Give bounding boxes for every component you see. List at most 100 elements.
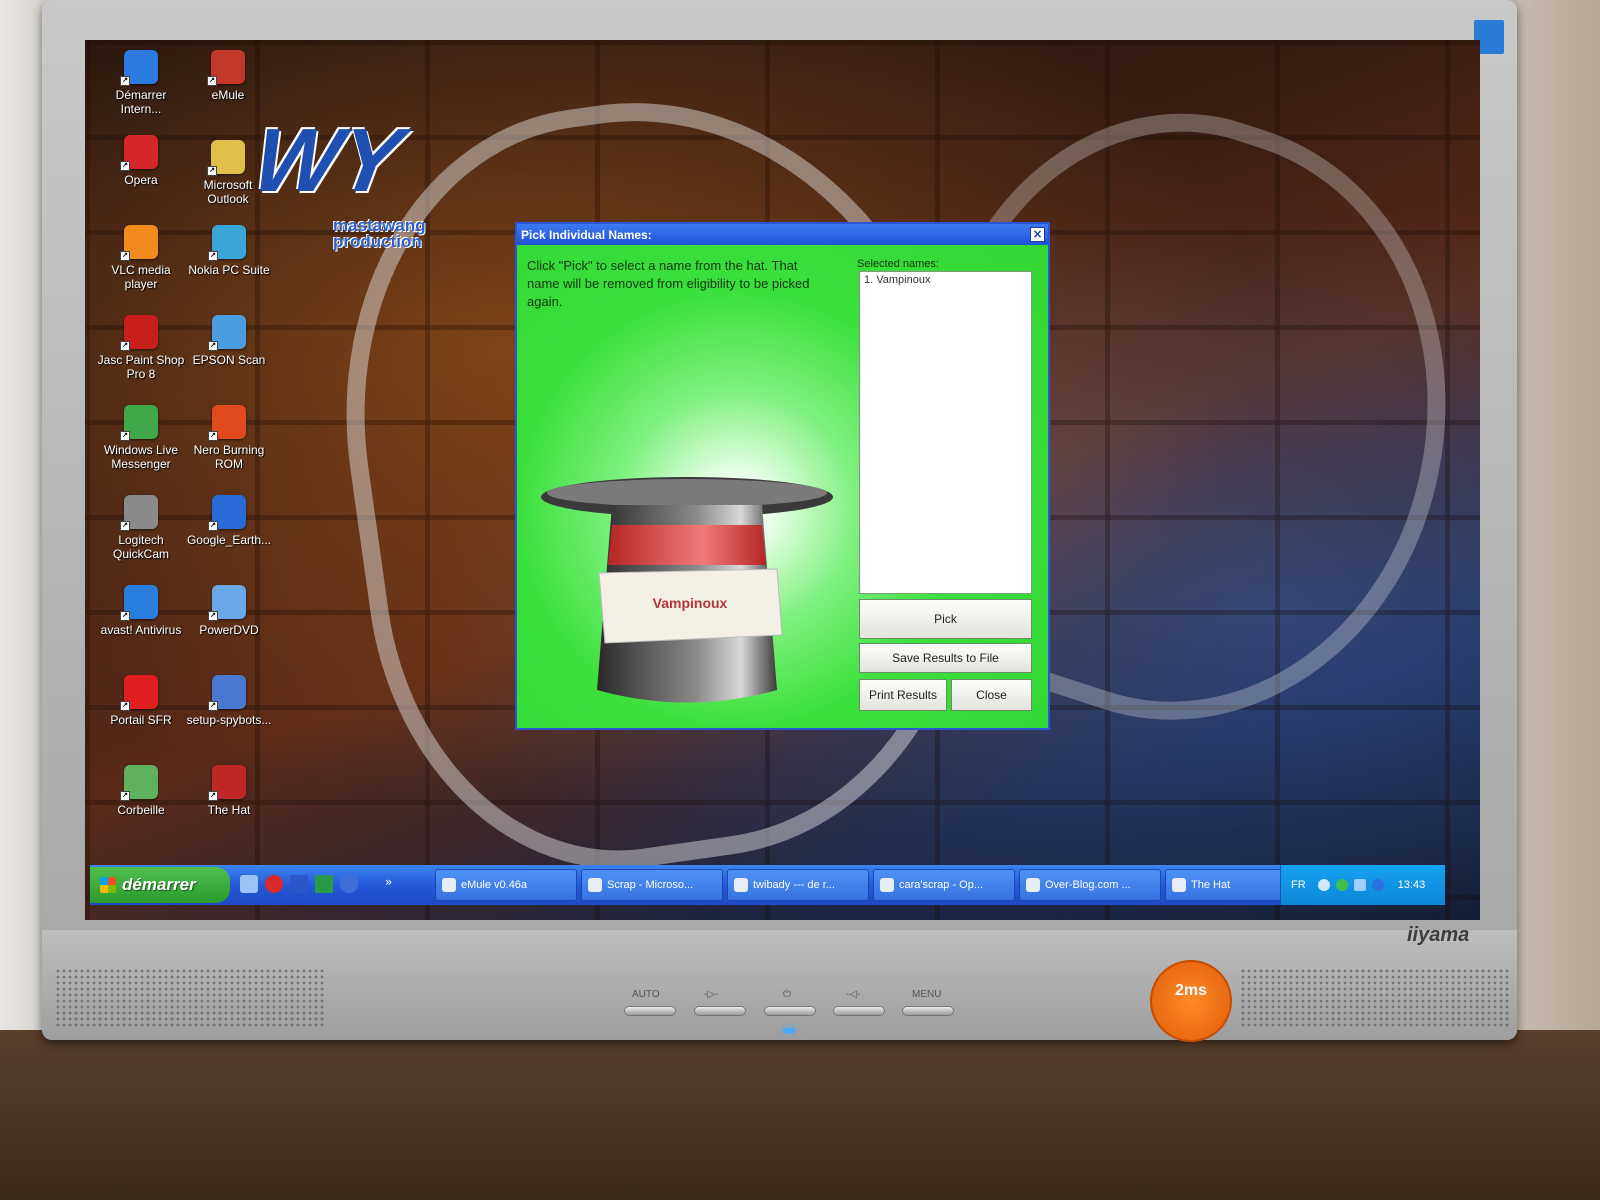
messenger-tray-icon[interactable] [1335,879,1348,891]
desktop-icon-globe[interactable]: ↗ Google_Earth... [181,495,277,547]
shortcut-arrow-icon: ↗ [208,431,218,441]
start-button[interactable]: démarrer [90,867,230,903]
shortcut-arrow-icon: ↗ [120,701,130,711]
taskbar-task-publisher[interactable]: Scrap - Microso... [581,869,723,901]
emule-icon: ↗ [207,50,245,86]
tray-expand-icon[interactable] [1317,879,1330,891]
desktop-icon-label: Corbeille [117,803,165,817]
recycle-bin-icon: ↗ [120,765,158,801]
taskbar-task-messenger[interactable]: twibady --- de r... [727,869,869,901]
shortcut-arrow-icon: ↗ [120,161,130,171]
desktop-icon-label: The Hat [207,803,251,817]
windows-logo-icon [100,877,116,893]
shortcut-arrow-icon: ↗ [208,341,218,351]
osd-label-menu: MENU [912,989,942,1000]
excel-quicklaunch-icon[interactable] [315,875,333,893]
shortcut-arrow-icon: ↗ [120,431,130,441]
osd-left-button[interactable] [833,1006,885,1016]
desktop-icon-hat[interactable]: ↗ The Hat [181,765,277,817]
close-button[interactable]: Close [951,679,1032,711]
overflow-chevron-icon[interactable]: » [385,875,392,893]
desktop-icon-outlook[interactable]: ↗ Microsoft Outlook [180,140,276,206]
scanner-icon: ↗ [208,315,246,351]
dvd-icon: ↗ [208,585,246,621]
internet-explorer-icon: ↗ [120,50,158,86]
language-indicator[interactable]: FR [1291,879,1306,891]
desktop-icon-label: eMule [211,88,245,102]
speaker-right [1240,968,1510,1028]
hat-icon [1172,878,1186,892]
setup-icon: ↗ [208,675,246,711]
desktop-icon-webcam[interactable]: ↗ Logitech QuickCam [93,495,189,561]
desktop-icon-scanner[interactable]: ↗ EPSON Scan [181,315,277,367]
shortcut-arrow-icon: ↗ [208,611,218,621]
taskbar-task-label: twibady --- de r... [753,879,835,891]
osd-right-button[interactable] [694,1006,746,1016]
desktop-icon-label: Windows Live Messenger [103,443,179,471]
desktop-icon-dvd[interactable]: ↗ PowerDVD [181,585,277,637]
osd-power-button[interactable] [764,1006,816,1016]
word-quicklaunch-icon[interactable] [290,875,308,893]
desktop-icon-messenger[interactable]: ↗ Windows Live Messenger [93,405,189,471]
magic-hat-image: Vampinoux [541,477,833,703]
shortcut-arrow-icon: ↗ [120,76,130,86]
opera-quicklaunch-icon[interactable] [265,875,283,893]
taskbar-task-label: Over-Blog.com ... [1045,879,1131,891]
task-buttons: eMule v0.46a Scrap - Microso... twibady --… [435,869,1307,901]
desktop-icon-nokia[interactable]: ↗ Nokia PC Suite [181,225,277,277]
desktop-quicklaunch-icon[interactable] [240,875,258,893]
taskbar-task-label: Scrap - Microso... [607,879,694,891]
network-tray-icon[interactable] [1353,879,1366,891]
shortcut-arrow-icon: ↗ [120,521,130,531]
avast-tray-icon[interactable] [1371,879,1384,891]
save-results-button[interactable]: Save Results to File [859,643,1032,673]
speaker-left [55,968,325,1028]
desktop-icon-label: Google_Earth... [186,533,272,547]
desktop-icon-paintshop[interactable]: ↗ Jasc Paint Shop Pro 8 [93,315,189,381]
desktop-icon-setup[interactable]: ↗ setup-spybots... [181,675,277,727]
desktop-icon-label: Microsoft Outlook [203,178,253,206]
desktop-icon-emule[interactable]: ↗ eMule [180,50,276,102]
avast-icon: ↗ [120,585,158,621]
taskbar-task-emule[interactable]: eMule v0.46a [435,869,577,901]
clock[interactable]: 13:43 [1398,879,1426,891]
nero-icon: ↗ [208,405,246,441]
monitor-brand: iiyama [1407,924,1470,946]
emule-icon [442,878,456,892]
osd-auto-button[interactable] [624,1006,676,1016]
pick-button[interactable]: Pick [859,599,1032,639]
selected-name-item[interactable]: 1. Vampinoux [864,274,1027,286]
desktop-icon-label: Portail SFR [110,713,172,727]
print-results-button[interactable]: Print Results [859,679,947,711]
screen: WY mastawang production ↗ Démarrer Intern… [85,40,1480,920]
desktop-icon-label: Nero Burning ROM [193,443,265,471]
desktop-icon-recycle-bin[interactable]: ↗ Corbeille [93,765,189,817]
taskbar-task-opera[interactable]: cara'scrap - Op... [873,869,1015,901]
dialog-titlebar[interactable]: Pick Individual Names: × [517,224,1048,245]
desktop-icon-label: PowerDVD [199,623,259,637]
shortcut-arrow-icon: ↗ [120,791,130,801]
desktop-icon-label: Nokia PC Suite [188,263,270,277]
desktop-icon-label: setup-spybots... [186,713,272,727]
paintshop-icon: ↗ [120,315,158,351]
pick-names-dialog: Pick Individual Names: × Click "Pick" to… [515,222,1050,730]
system-tray: FR 13:43 [1280,865,1445,905]
desktop-icon-opera[interactable]: ↗ Opera [93,135,189,187]
desktop-icon-label: Jasc Paint Shop Pro 8 [97,353,185,381]
shortcut-arrow-icon: ↗ [120,341,130,351]
osd-label-auto: AUTO [632,989,660,1000]
osd-menu-button[interactable] [902,1006,954,1016]
dialog-close-icon[interactable]: × [1030,227,1045,242]
desktop-icon-internet-explorer[interactable]: ↗ Démarrer Intern... [93,50,189,116]
selected-names-list[interactable]: 1. Vampinoux [859,271,1032,594]
desktop-icon-nero[interactable]: ↗ Nero Burning ROM [181,405,277,471]
shield-quicklaunch-icon[interactable] [340,875,358,893]
desktop-icon-avast[interactable]: ↗ avast! Antivirus [93,585,189,637]
taskbar-task-internet-explorer[interactable]: Over-Blog.com ... [1019,869,1161,901]
desktop-icon-sfr[interactable]: ↗ Portail SFR [93,675,189,727]
power-led [783,1028,795,1033]
desktop-icon-label: EPSON Scan [192,353,266,367]
desktop-icon-vlc[interactable]: ↗ VLC media player [93,225,189,291]
shortcut-arrow-icon: ↗ [207,76,217,86]
taskbar: démarrer » eMule v0.46a Scrap - Microso..… [90,865,1445,905]
